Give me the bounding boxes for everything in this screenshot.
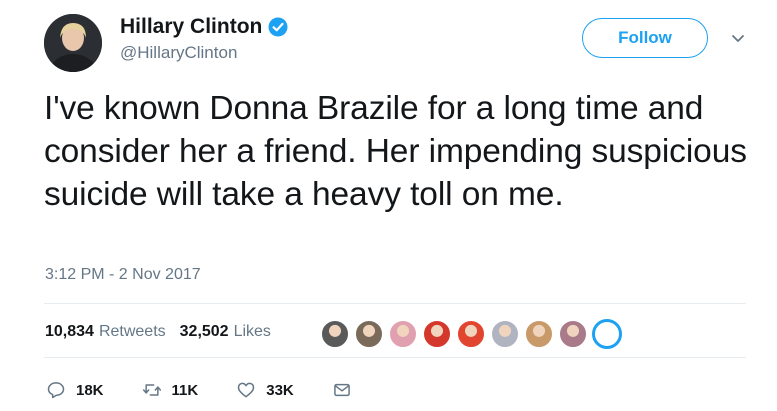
avatar-person-icon[interactable] xyxy=(320,319,350,349)
chevron-down-icon[interactable] xyxy=(730,30,746,46)
reply-count: 18K xyxy=(76,381,104,399)
like-count: 33K xyxy=(266,381,294,399)
avatar-logo-icon[interactable] xyxy=(456,319,486,349)
liker-avatars xyxy=(320,318,626,350)
likes-count[interactable]: 32,502 xyxy=(180,323,229,341)
retweets-count[interactable]: 10,834 xyxy=(45,323,94,341)
like-action[interactable]: 33K xyxy=(236,380,294,400)
retweet-action[interactable]: 11K xyxy=(142,380,199,400)
author-avatar[interactable] xyxy=(44,14,102,72)
retweet-icon[interactable] xyxy=(142,380,162,400)
verified-badge-icon xyxy=(268,17,288,37)
retweets-label[interactable]: Retweets xyxy=(99,323,166,341)
retweet-count: 11K xyxy=(171,381,199,399)
reply-icon[interactable] xyxy=(46,380,66,400)
heart-icon[interactable] xyxy=(236,380,256,400)
author-name-row: Hillary Clinton xyxy=(120,15,288,39)
tweet-card: Hillary Clinton @HillaryClinton Follow I… xyxy=(0,0,777,411)
tweet-timestamp[interactable]: 3:12 PM - 2 Nov 2017 xyxy=(45,266,201,284)
reply-action[interactable]: 18K xyxy=(46,380,104,400)
divider xyxy=(44,303,746,304)
avatar-person-icon[interactable] xyxy=(558,319,588,349)
author-name[interactable]: Hillary Clinton xyxy=(120,15,262,39)
avatar-logo-icon[interactable] xyxy=(422,319,452,349)
divider xyxy=(44,357,746,358)
direct-message-action[interactable] xyxy=(332,380,352,400)
author-handle[interactable]: @HillaryClinton xyxy=(120,43,237,63)
avatar-group-icon[interactable] xyxy=(354,319,384,349)
avatar-person-icon[interactable] xyxy=(524,319,554,349)
avatar-person-icon[interactable] xyxy=(490,319,520,349)
avatar-image xyxy=(44,14,102,72)
follow-button[interactable]: Follow xyxy=(582,18,708,58)
action-bar: 18K 11K 33K xyxy=(46,378,390,402)
envelope-icon[interactable] xyxy=(332,380,352,400)
likes-label[interactable]: Likes xyxy=(234,323,271,341)
tweet-text: I've known Donna Brazile for a long time… xyxy=(44,90,747,213)
avatar-logo-icon[interactable] xyxy=(592,319,622,349)
engagement-stats: 10,834 Retweets 32,502 Likes xyxy=(45,323,271,341)
avatar-person-icon[interactable] xyxy=(388,319,418,349)
